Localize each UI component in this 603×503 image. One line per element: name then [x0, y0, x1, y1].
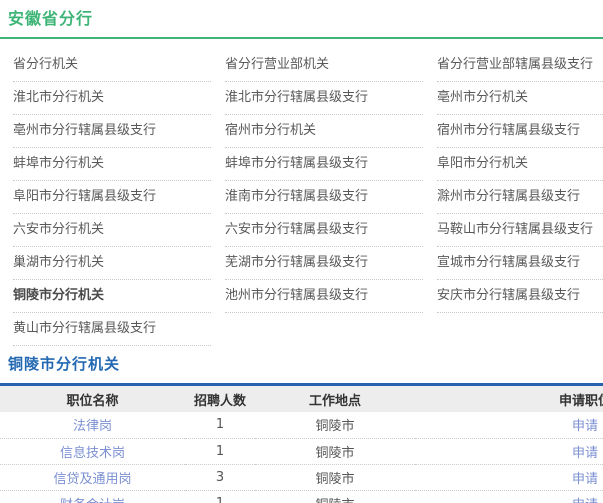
- table-row: 法律岗 1 铜陵市 申请: [0, 412, 603, 438]
- city-branch-title: 铜陵市分行机关: [0, 350, 603, 386]
- branch-link[interactable]: 宿州市分行机关: [225, 115, 423, 148]
- branch-link[interactable]: 省分行营业部辖属县级支行: [437, 49, 603, 82]
- headcount-value: 1: [185, 438, 255, 464]
- branch-link[interactable]: 省分行营业部机关: [225, 49, 423, 82]
- branch-link[interactable]: 巢湖市分行机关: [13, 247, 211, 280]
- job-table: 职位名称 招聘人数 工作地点 申请职位 法律岗 1 铜陵市 申请 信息技术岗 1…: [0, 386, 603, 503]
- branch-link[interactable]: 亳州市分行机关: [437, 82, 603, 115]
- job-table-header-row: 职位名称 招聘人数 工作地点 申请职位: [0, 386, 603, 412]
- table-row: 信贷及通用岗 3 铜陵市 申请: [0, 464, 603, 490]
- branch-link[interactable]: 淮北市分行辖属县级支行: [225, 82, 423, 115]
- apply-link[interactable]: 申请: [572, 419, 598, 434]
- location-value: 铜陵市: [255, 438, 415, 464]
- branch-link[interactable]: 马鞍山市分行辖属县级支行: [437, 214, 603, 247]
- apply-link[interactable]: 申请: [572, 498, 598, 503]
- column-header-headcount: 招聘人数: [185, 386, 255, 412]
- table-row: 信息技术岗 1 铜陵市 申请: [0, 438, 603, 464]
- headcount-value: 1: [185, 490, 255, 503]
- location-value: 铜陵市: [255, 464, 415, 490]
- position-link[interactable]: 财务会计岗: [60, 498, 125, 503]
- branch-link[interactable]: 安庆市分行辖属县级支行: [437, 280, 603, 313]
- position-link[interactable]: 信贷及通用岗: [53, 472, 131, 487]
- column-header-location: 工作地点: [255, 386, 415, 412]
- branch-link[interactable]: 亳州市分行辖属县级支行: [13, 115, 211, 148]
- branch-link[interactable]: 蚌埠市分行机关: [13, 148, 211, 181]
- branch-link[interactable]: 滁州市分行辖属县级支行: [437, 181, 603, 214]
- location-value: 铜陵市: [255, 490, 415, 503]
- branch-link[interactable]: 黄山市分行辖属县级支行: [13, 313, 211, 346]
- branch-link-current[interactable]: 铜陵市分行机关: [13, 280, 211, 313]
- branch-link[interactable]: 阜阳市分行机关: [437, 148, 603, 181]
- headcount-value: 1: [185, 412, 255, 438]
- column-header-position: 职位名称: [0, 386, 185, 412]
- apply-link[interactable]: 申请: [572, 472, 598, 487]
- branch-link[interactable]: 阜阳市分行辖属县级支行: [13, 181, 211, 214]
- branch-link[interactable]: 省分行机关: [13, 49, 211, 82]
- branch-link[interactable]: 宣城市分行辖属县级支行: [437, 247, 603, 280]
- recruitment-page: 安徽省分行 省分行机关 省分行营业部机关 省分行营业部辖属县级支行 淮北市分行机…: [0, 0, 603, 503]
- branch-link[interactable]: 池州市分行辖属县级支行: [225, 280, 423, 313]
- position-link[interactable]: 信息技术岗: [60, 446, 125, 461]
- branch-link[interactable]: 宿州市分行辖属县级支行: [437, 115, 603, 148]
- headcount-value: 3: [185, 464, 255, 490]
- location-value: 铜陵市: [255, 412, 415, 438]
- branch-link[interactable]: 淮南市分行辖属县级支行: [225, 181, 423, 214]
- table-row: 财务会计岗 1 铜陵市 申请: [0, 490, 603, 503]
- branch-link[interactable]: 六安市分行辖属县级支行: [225, 214, 423, 247]
- province-branch-title: 安徽省分行: [0, 0, 603, 39]
- apply-link[interactable]: 申请: [572, 446, 598, 461]
- branch-link[interactable]: 芜湖市分行辖属县级支行: [225, 247, 423, 280]
- branch-link[interactable]: 六安市分行机关: [13, 214, 211, 247]
- branch-link[interactable]: 淮北市分行机关: [13, 82, 211, 115]
- branch-grid: 省分行机关 省分行营业部机关 省分行营业部辖属县级支行 淮北市分行机关 淮北市分…: [0, 39, 603, 346]
- position-link[interactable]: 法律岗: [73, 419, 112, 434]
- column-header-apply: 申请职位: [415, 386, 603, 412]
- branch-link[interactable]: 蚌埠市分行辖属县级支行: [225, 148, 423, 181]
